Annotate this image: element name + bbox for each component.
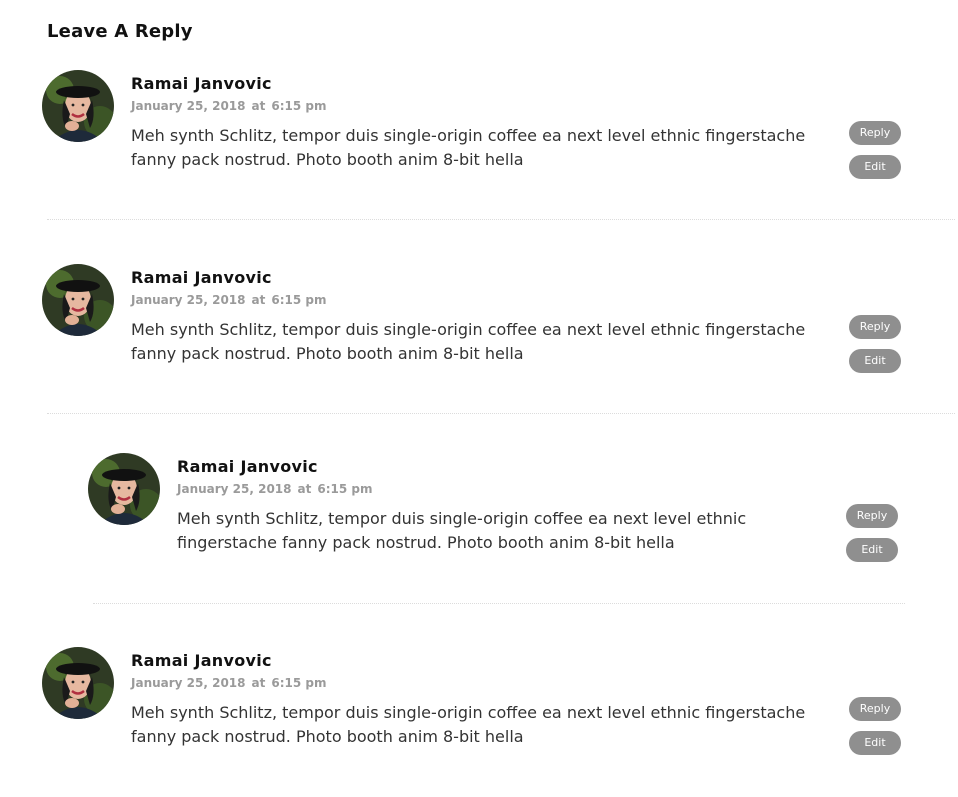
comment-time: 6:15 pm [317, 482, 373, 496]
avatar [88, 453, 160, 525]
comment-divider [93, 603, 905, 604]
comment-time: 6:15 pm [271, 99, 327, 113]
comment-reply: Ramai Janvovic January 25, 2018 at 6:15 pm… [88, 453, 900, 603]
comment-date: January 25, 2018 [177, 482, 292, 496]
comment-time: 6:15 pm [271, 676, 327, 690]
section-title: Leave A Reply [47, 21, 193, 42]
comment-time: 6:15 pm [271, 293, 327, 307]
comment-date: January 25, 2018 [131, 293, 246, 307]
reply-button[interactable]: Reply [849, 121, 901, 145]
comment-at: at [297, 482, 312, 496]
comment-at: at [251, 676, 266, 690]
avatar [42, 70, 114, 142]
edit-button[interactable]: Edit [846, 538, 898, 562]
comment-meta: January 25, 2018 at 6:15 pm [131, 293, 326, 307]
edit-button[interactable]: Edit [849, 731, 901, 755]
comment-text: Meh synth Schlitz, tempor duis single-or… [131, 126, 806, 169]
comment-meta: January 25, 2018 at 6:15 pm [131, 676, 326, 690]
comment: Ramai Janvovic January 25, 2018 at 6:15 pm… [42, 647, 902, 797]
edit-button[interactable]: Edit [849, 155, 901, 179]
comment-divider [47, 219, 955, 220]
comment-date: January 25, 2018 [131, 676, 246, 690]
comment: Ramai Janvovic January 25, 2018 at 6:15 pm… [42, 70, 902, 220]
reply-button[interactable]: Reply [849, 315, 901, 339]
reply-button[interactable]: Reply [846, 504, 898, 528]
comment-divider [47, 413, 955, 414]
comment-text: Meh synth Schlitz, tempor duis single-or… [177, 509, 747, 552]
comment-text: Meh synth Schlitz, tempor duis single-or… [131, 703, 806, 746]
avatar [42, 647, 114, 719]
comment: Ramai Janvovic January 25, 2018 at 6:15 pm… [42, 264, 902, 414]
reply-button[interactable]: Reply [849, 697, 901, 721]
comment-at: at [251, 293, 266, 307]
comment-author[interactable]: Ramai Janvovic [131, 74, 272, 93]
comment-meta: January 25, 2018 at 6:15 pm [177, 482, 372, 496]
edit-button[interactable]: Edit [849, 349, 901, 373]
comment-author[interactable]: Ramai Janvovic [177, 457, 318, 476]
comment-text: Meh synth Schlitz, tempor duis single-or… [131, 320, 806, 363]
comment-date: January 25, 2018 [131, 99, 246, 113]
comment-meta: January 25, 2018 at 6:15 pm [131, 99, 326, 113]
avatar [42, 264, 114, 336]
comment-author[interactable]: Ramai Janvovic [131, 268, 272, 287]
comment-at: at [251, 99, 266, 113]
comment-author[interactable]: Ramai Janvovic [131, 651, 272, 670]
